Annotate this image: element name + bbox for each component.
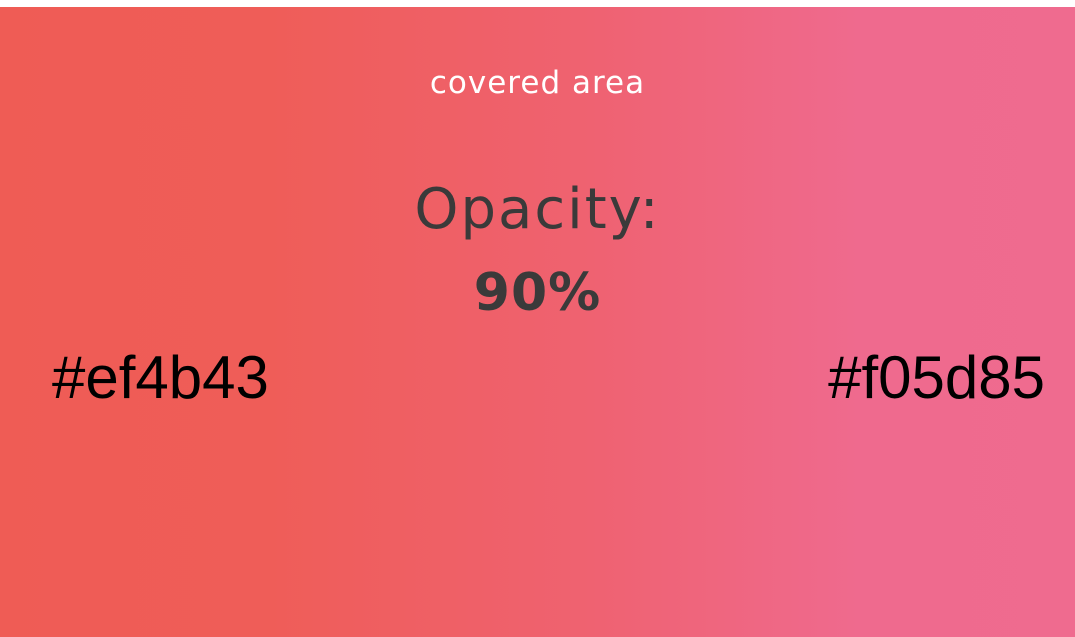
- start-color-hex: #ef4b43: [52, 344, 269, 411]
- gradient-swatch: covered area Opacity: 90% #ef4b43 #f05d8…: [0, 7, 1075, 637]
- end-color-hex: #f05d85: [828, 344, 1045, 411]
- opacity-value: 90%: [473, 263, 602, 323]
- covered-area-caption: covered area: [429, 65, 646, 101]
- opacity-label: Opacity:: [414, 177, 661, 242]
